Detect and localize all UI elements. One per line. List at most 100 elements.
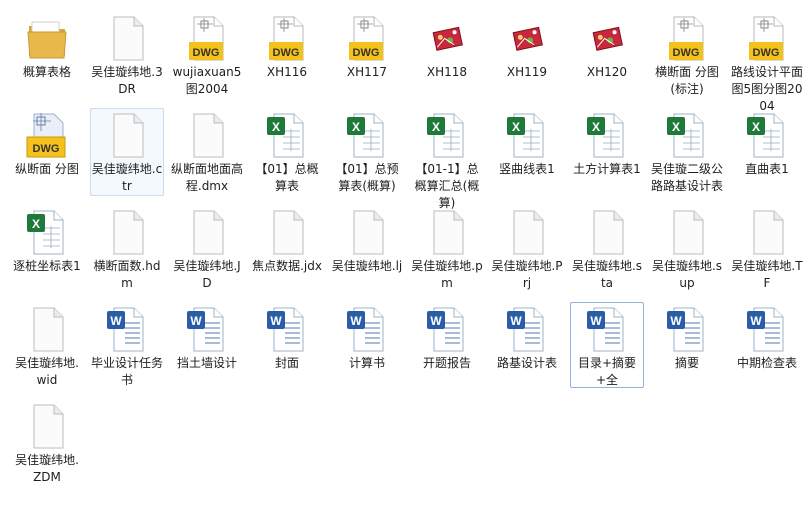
file-item[interactable]: 焦点数据.jdx xyxy=(250,205,324,293)
file-label: 吴佳璇纬地.Prj xyxy=(491,259,563,290)
word-file-icon: W xyxy=(343,305,391,353)
file-item[interactable]: 吴佳璇纬地.ZDM xyxy=(10,399,84,487)
svg-text:DWG: DWG xyxy=(753,47,780,59)
excel-file-icon: X xyxy=(23,208,71,256)
svg-text:W: W xyxy=(430,314,442,328)
blank-file-icon xyxy=(103,111,151,159)
word-file-icon: W xyxy=(183,305,231,353)
file-item[interactable]: W 摘要 xyxy=(650,302,724,390)
file-item[interactable]: DWG 横断面 分图(标注) xyxy=(650,11,724,99)
file-label: 吴佳璇纬地.JD xyxy=(173,259,241,290)
file-item[interactable]: X 【01】总概算表 xyxy=(250,108,324,196)
file-item[interactable]: W 计算书 xyxy=(330,302,404,390)
dwg-file-icon: DWG xyxy=(743,14,791,62)
svg-text:X: X xyxy=(32,217,40,231)
file-item[interactable]: 吴佳璇纬地.3DR xyxy=(90,11,164,99)
file-label: XH118 xyxy=(426,65,468,79)
file-item[interactable]: 吴佳璇纬地.TF xyxy=(730,205,804,293)
svg-text:W: W xyxy=(670,314,682,328)
folder-icon xyxy=(23,14,71,62)
file-item[interactable]: XH118 xyxy=(410,11,484,99)
svg-text:DWG: DWG xyxy=(33,143,60,155)
file-item[interactable]: DWG XH117 xyxy=(330,11,404,99)
file-label: 计算书 xyxy=(348,356,385,370)
blank-file-icon xyxy=(23,305,71,353)
blank-file-icon xyxy=(263,208,311,256)
word-file-icon: W xyxy=(743,305,791,353)
file-label: 横断面数.hdm xyxy=(93,259,161,290)
file-item[interactable]: 横断面数.hdm xyxy=(90,205,164,293)
file-item[interactable]: X 直曲表1 xyxy=(730,108,804,196)
file-item[interactable]: X 竖曲线表1 xyxy=(490,108,564,196)
svg-text:W: W xyxy=(750,314,762,328)
file-label: XH117 xyxy=(346,65,388,79)
word-file-icon: W xyxy=(503,305,551,353)
excel-file-icon: X xyxy=(423,111,471,159)
file-item[interactable]: XH119 xyxy=(490,11,564,99)
file-label: 封面 xyxy=(274,356,299,370)
file-label: 路基设计表 xyxy=(496,356,557,370)
blank-file-icon xyxy=(583,208,631,256)
image-thumbnail-icon xyxy=(583,14,631,62)
file-item[interactable]: W 挡土墙设计 xyxy=(170,302,244,390)
svg-text:X: X xyxy=(272,120,280,134)
file-item[interactable]: 概算表格 xyxy=(10,11,84,99)
dwg-cad-file-icon: DWG xyxy=(23,111,71,159)
file-label: 吴佳璇二级公路路基设计表 xyxy=(651,162,724,193)
file-item[interactable]: X 吴佳璇二级公路路基设计表 xyxy=(650,108,724,196)
file-item[interactable]: W 中期检查表 xyxy=(730,302,804,390)
file-label: 吴佳璇纬地.ctr xyxy=(91,162,163,193)
file-item[interactable]: W 封面 xyxy=(250,302,324,390)
word-file-icon: W xyxy=(103,305,151,353)
svg-text:X: X xyxy=(512,120,520,134)
file-label: 吴佳璇纬地.sup xyxy=(651,259,723,290)
file-item[interactable]: DWG wujiaxuan5图2004 xyxy=(170,11,244,99)
file-label: 焦点数据.jdx xyxy=(252,259,322,273)
file-label: 毕业设计任务书 xyxy=(91,356,164,387)
file-item[interactable]: 吴佳璇纬地.wid xyxy=(10,302,84,390)
file-item[interactable]: 吴佳璇纬地.JD xyxy=(170,205,244,293)
file-label: 吴佳璇纬地.3DR xyxy=(91,65,163,96)
blank-file-icon xyxy=(423,208,471,256)
file-item[interactable]: DWG 路线设计平面图5图分图2004 xyxy=(730,11,804,113)
excel-file-icon: X xyxy=(663,111,711,159)
file-item[interactable]: X 土方计算表1 xyxy=(570,108,644,196)
file-item[interactable]: 纵断面地面高程.dmx xyxy=(170,108,244,196)
svg-text:DWG: DWG xyxy=(193,47,220,59)
blank-file-icon xyxy=(343,208,391,256)
file-item[interactable]: XH120 xyxy=(570,11,644,99)
file-label: 概算表格 xyxy=(22,65,71,79)
word-file-icon: W xyxy=(583,305,631,353)
dwg-file-icon: DWG xyxy=(663,14,711,62)
file-item[interactable]: W 路基设计表 xyxy=(490,302,564,390)
svg-text:X: X xyxy=(752,120,760,134)
file-label: 摘要 xyxy=(674,356,699,370)
svg-text:DWG: DWG xyxy=(273,47,300,59)
blank-file-icon xyxy=(103,208,151,256)
file-item[interactable]: DWG XH116 xyxy=(250,11,324,99)
file-item[interactable]: 吴佳璇纬地.sup xyxy=(650,205,724,293)
file-item[interactable]: W 开题报告 xyxy=(410,302,484,390)
svg-text:X: X xyxy=(432,120,440,134)
file-item[interactable]: X 【01-1】总概算汇总(概算) xyxy=(410,108,484,210)
file-item[interactable]: W 目录+摘要+全 xyxy=(570,302,644,388)
svg-text:W: W xyxy=(270,314,282,328)
file-label: 纵断面 分图 xyxy=(15,162,79,176)
file-item[interactable]: W 毕业设计任务书 xyxy=(90,302,164,390)
dwg-file-icon: DWG xyxy=(183,14,231,62)
file-item[interactable]: X 【01】总预算表(概算) xyxy=(330,108,404,196)
file-label: 【01】总预算表(概算) xyxy=(335,162,399,193)
file-item[interactable]: 吴佳璇纬地.sta xyxy=(570,205,644,293)
svg-text:W: W xyxy=(190,314,202,328)
file-item[interactable]: X 逐桩坐标表1 xyxy=(10,205,84,293)
svg-text:X: X xyxy=(352,120,360,134)
file-item[interactable]: DWG 纵断面 分图 xyxy=(10,108,84,196)
file-label: 挡土墙设计 xyxy=(176,356,237,370)
file-item[interactable]: 吴佳璇纬地.pm xyxy=(410,205,484,293)
dwg-file-icon: DWG xyxy=(343,14,391,62)
file-item[interactable]: 吴佳璇纬地.Prj xyxy=(490,205,564,293)
file-item[interactable]: 吴佳璇纬地.ctr xyxy=(90,108,164,196)
blank-file-icon xyxy=(103,14,151,62)
file-item[interactable]: 吴佳璇纬地.lj xyxy=(330,205,404,293)
svg-text:X: X xyxy=(592,120,600,134)
